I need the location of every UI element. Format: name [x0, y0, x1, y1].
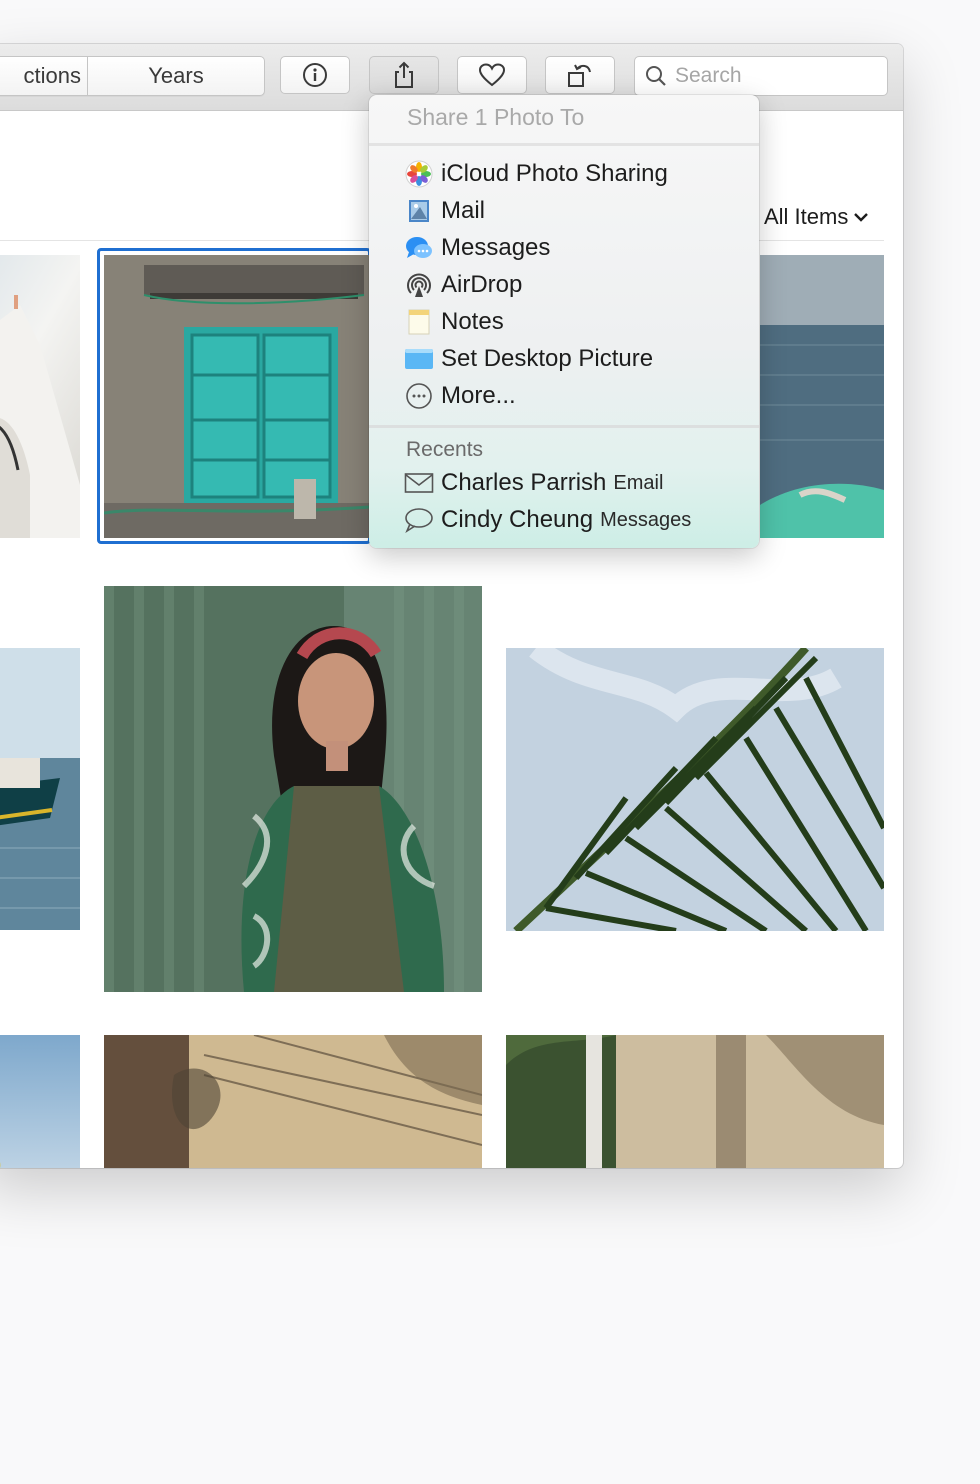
view-segmented-control: ctions Years [0, 56, 265, 96]
info-circle-icon [303, 63, 327, 87]
segment-years-label: Years [148, 63, 204, 88]
messages-icon [406, 237, 432, 258]
boat-sea-image [0, 648, 80, 930]
share-menu-header: Share 1 Photo To [407, 104, 585, 130]
photo-ocean-boat[interactable] [760, 255, 884, 538]
palm-wall-image [506, 1035, 884, 1168]
envelope-icon [404, 473, 434, 493]
sky-yellow-image [0, 1162, 1, 1168]
recents-header: Recents [406, 438, 484, 461]
segment-collections[interactable]: ctions [0, 57, 87, 95]
menu-item-label: AirDrop [441, 271, 523, 298]
chevron-down-icon [854, 213, 869, 222]
notes-icon [408, 309, 430, 335]
ocean-boat-image [760, 255, 884, 538]
share-icon [395, 61, 413, 88]
menu-item-mail[interactable]: Mail [404, 194, 485, 228]
palm-frond-image [506, 648, 884, 931]
menu-item-label: Messages [441, 234, 551, 261]
rotate-button[interactable] [545, 56, 615, 94]
recents-divider [369, 425, 759, 428]
share-menu: Share 1 Photo To iCloud Photo Sharing Ma… [369, 95, 759, 548]
share-button[interactable] [369, 56, 439, 94]
menu-item-icloud-photo-sharing[interactable]: iCloud Photo Sharing [404, 157, 668, 191]
photo-palm-frond[interactable] [506, 648, 884, 931]
rotate-icon [568, 64, 591, 87]
menu-item-airdrop[interactable]: AirDrop [404, 268, 522, 302]
menu-item-label: More... [441, 382, 516, 409]
search-placeholder: Search [675, 64, 742, 87]
menu-item-label: iCloud Photo Sharing [441, 160, 668, 187]
menu-item-label: Set Desktop Picture [441, 345, 654, 372]
menu-item-set-desktop-picture[interactable]: Set Desktop Picture [404, 342, 653, 376]
airdrop-icon [407, 273, 431, 297]
share-menu-divider [369, 143, 759, 146]
menu-item-label: Notes [441, 308, 504, 335]
menu-item-messages[interactable]: Messages [404, 231, 550, 265]
photo-palm-wall[interactable] [506, 1035, 884, 1168]
segment-years[interactable]: Years [87, 57, 264, 95]
photo-tent[interactable] [0, 255, 80, 538]
search-icon [646, 66, 666, 86]
menu-item-notes[interactable]: Notes [404, 305, 504, 339]
photos-window: ctions Years Search All Items Share 1 Ph… [0, 44, 903, 1168]
info-button[interactable] [280, 56, 350, 94]
photo-turquoise-window[interactable] [104, 255, 370, 538]
photo-sky-yellow[interactable] [0, 1035, 80, 1168]
woman-portrait-image [104, 586, 482, 992]
recent-contact-method: Messages [600, 508, 692, 531]
wall-shadows-image [104, 1035, 482, 1168]
recent-contact-name: Cindy Cheung [441, 506, 594, 533]
all-items-label: All Items [764, 204, 849, 229]
mail-icon [409, 200, 429, 222]
photo-boat-sea[interactable] [0, 648, 80, 930]
tent-image [0, 295, 80, 538]
favorite-button[interactable] [457, 56, 527, 94]
more-icon [406, 383, 432, 409]
photo-woman-portrait[interactable] [104, 586, 482, 992]
menu-item-label: Mail [441, 197, 486, 224]
photo-wall-shadows[interactable] [104, 1035, 482, 1168]
recent-charles-parrish[interactable]: Charles Parrish Email [404, 469, 663, 497]
recent-cindy-cheung[interactable]: Cindy Cheung Messages [404, 506, 691, 534]
heart-icon [478, 63, 506, 87]
recent-contact-name: Charles Parrish [441, 469, 607, 496]
speech-bubble-icon [405, 508, 433, 533]
all-items-filter[interactable]: All Items [764, 204, 869, 230]
menu-item-more[interactable]: More... [404, 379, 516, 413]
desktop-picture-icon [405, 349, 433, 369]
search-field[interactable]: Search [634, 56, 888, 96]
icloud-photo-sharing-icon [405, 160, 433, 188]
segment-collections-label: ctions [23, 63, 81, 88]
recent-contact-method: Email [613, 471, 664, 494]
turquoise-window-image [104, 255, 370, 538]
